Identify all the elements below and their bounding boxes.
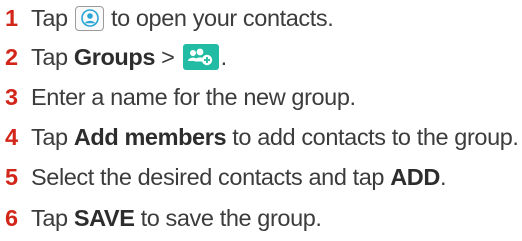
step-text: Tap bbox=[31, 43, 74, 70]
add-label: ADD bbox=[390, 163, 440, 190]
step-number: 2 bbox=[5, 43, 18, 70]
step-number: 4 bbox=[5, 123, 18, 150]
step-number: 5 bbox=[5, 163, 18, 190]
step-text: to open your contacts. bbox=[104, 4, 334, 31]
groups-label: Groups bbox=[73, 43, 156, 70]
step-4: 4 Tap Add members to add contacts to the… bbox=[0, 121, 519, 153]
save-label: SAVE bbox=[73, 204, 135, 231]
step-5: 5 Select the desired contacts and tap AD… bbox=[0, 161, 447, 193]
step-text: Enter a name for the new group. bbox=[31, 83, 356, 110]
step-text: to save the group. bbox=[134, 204, 322, 231]
step-2: 2 Tap Groups > . bbox=[0, 41, 227, 73]
step-text: Select the desired contacts and tap bbox=[31, 163, 391, 190]
contacts-icon bbox=[74, 5, 104, 31]
step-3: 3 Enter a name for the new group. bbox=[0, 81, 356, 113]
step-text: to add contacts to the group. bbox=[226, 123, 519, 150]
step-text: > bbox=[155, 43, 181, 70]
step-number: 1 bbox=[5, 4, 18, 31]
step-number: 3 bbox=[5, 83, 18, 110]
instruction-steps: 1 Tap to open your contacts. 2 Tap Group… bbox=[0, 0, 522, 241]
step-6: 6 Tap SAVE to save the group. bbox=[0, 202, 322, 234]
step-text: . bbox=[439, 163, 447, 190]
step-number: 6 bbox=[5, 204, 18, 231]
step-text: Tap bbox=[31, 4, 74, 31]
step-text: Tap bbox=[31, 204, 74, 231]
add-group-icon bbox=[182, 44, 219, 70]
step-text: Tap bbox=[31, 123, 74, 150]
add-members-label: Add members bbox=[73, 123, 227, 150]
step-text: . bbox=[220, 43, 228, 70]
step-1: 1 Tap to open your contacts. bbox=[0, 2, 334, 34]
